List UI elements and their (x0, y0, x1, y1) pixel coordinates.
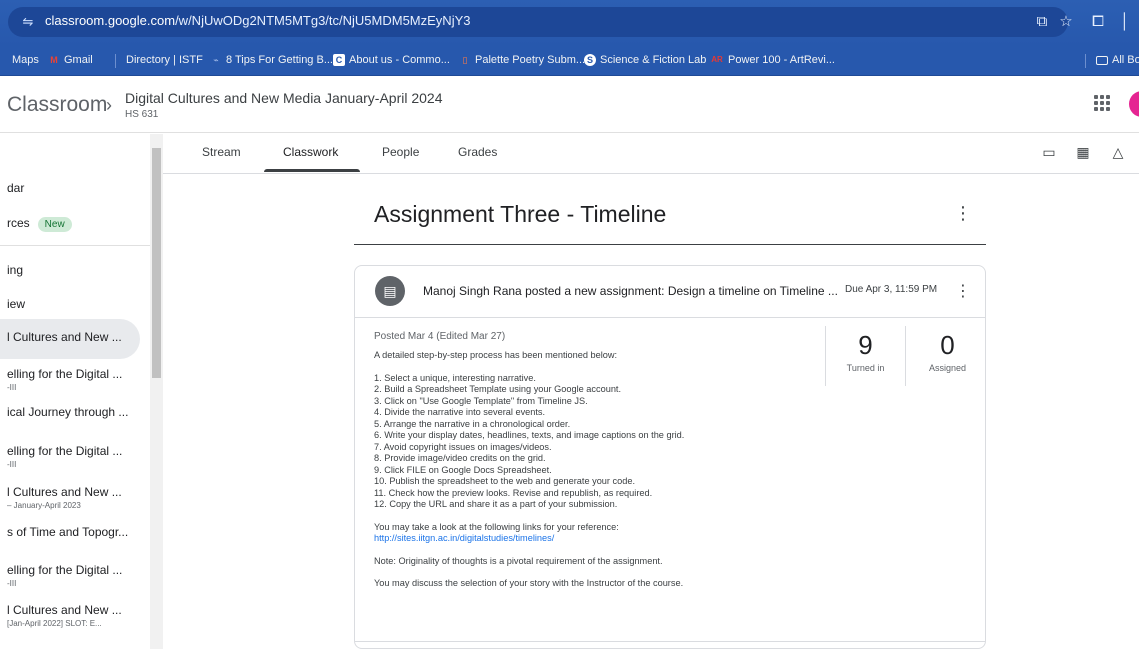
course-title[interactable]: Digital Cultures and New Media January-A… (125, 90, 443, 106)
drive-icon[interactable]: △ (1109, 143, 1127, 161)
assigned-stat[interactable]: 0 Assigned (910, 326, 985, 386)
meet-video-icon[interactable]: ▭ (1040, 143, 1058, 161)
tab-grades[interactable]: Grades (458, 145, 497, 159)
site-info-icon[interactable]: ⇋ (20, 14, 36, 30)
sidebar-item-course[interactable]: elling for the Digital ... -III (7, 563, 147, 588)
sidebar-scrollbar-thumb[interactable] (152, 148, 161, 378)
bookmark-istf[interactable]: Directory | ISTF (126, 54, 203, 66)
turned-in-label: Turned in (846, 363, 885, 373)
assigned-count: 0 (940, 330, 955, 360)
new-badge: New (37, 217, 72, 232)
stats-divider (905, 326, 906, 386)
note-text: Note: Originality of thoughts is a pivot… (374, 555, 663, 566)
url-text[interactable]: classroom.google.com/w/NjUwODg2NTM5MTg3/… (45, 13, 471, 28)
bookmark-tips[interactable]: ⌁ 8 Tips For Getting B... (210, 54, 333, 66)
card-footer-divider (355, 641, 985, 642)
step-item: 1. Select a unique, interesting narrativ… (374, 372, 536, 383)
step-item: 9. Click FILE on Google Docs Spreadsheet… (374, 464, 552, 475)
bookmarks-bar: Maps M Gmail Directory | ISTF ⌁ 8 Tips For… (0, 46, 1139, 76)
sidebar-item-enrolled[interactable]: ing (7, 263, 147, 277)
tab-classwork[interactable]: Classwork (283, 145, 338, 159)
assignment-title: Assignment Three - Timeline (374, 201, 667, 227)
sidebar-divider (0, 245, 150, 246)
google-apps-icon[interactable] (1094, 95, 1110, 111)
more-options-icon[interactable]: ⋮ (954, 203, 972, 224)
avatar[interactable] (1129, 91, 1139, 117)
due-date: Due Apr 3, 11:59 PM (845, 284, 938, 295)
commons-icon: C (333, 54, 345, 66)
turned-in-count: 9 (858, 330, 873, 360)
sidebar-item-resources[interactable]: rces New (7, 216, 147, 232)
browser-toolbar: ⇋ classroom.google.com/w/NjUwODg2NTM5MTg… (0, 0, 1139, 46)
turned-in-stat[interactable]: 9 Turned in (828, 326, 903, 386)
chevron-right-icon: › (106, 95, 112, 115)
step-item: 7. Avoid copyright issues on images/vide… (374, 441, 552, 452)
tab-stream[interactable]: Stream (202, 145, 241, 159)
calendar-icon[interactable]: ▦ (1074, 143, 1092, 161)
extensions-icon[interactable]: ⧠ (1088, 12, 1108, 32)
discuss-text: You may discuss the selection of your st… (374, 578, 684, 588)
intro-text: A detailed step-by-step process has been… (374, 350, 618, 360)
sidebar-item-course[interactable]: l Cultures and New ... – January-April 20… (7, 485, 147, 510)
assignment-headline[interactable]: Manoj Singh Rana posted a new assignment… (423, 284, 838, 298)
title-divider (354, 244, 986, 245)
bookmark-palette[interactable]: ▯ Palette Poetry Subm... (459, 54, 586, 66)
sidebar-item-calendar[interactable]: dar (7, 181, 147, 195)
step-item: 4. Divide the narrative into several eve… (374, 407, 546, 417)
bookmark-artreview[interactable]: AR Power 100 - ArtRevi... (710, 54, 835, 66)
step-item: 2. Build a Spreadsheet Template using yo… (374, 384, 622, 394)
classroom-header: Classroom › Digital Cultures and New Med… (0, 77, 1139, 133)
profile-icon[interactable]: │ (1115, 12, 1135, 32)
step-item: 6. Write your display dates, headlines, … (374, 430, 685, 440)
classroom-brand[interactable]: Classroom (7, 93, 107, 117)
sidebar: dar rces New ing iew l Cultures and New .… (0, 134, 163, 649)
tab-people[interactable]: People (382, 145, 419, 159)
course-tabs: Stream Classwork People Grades (163, 134, 1139, 174)
sidebar-item-course[interactable]: ical Journey through ... (7, 405, 147, 419)
step-item: 12. Copy the URL and share it as a part … (374, 499, 618, 509)
step-item: 11. Check how the preview looks. Revise … (374, 487, 653, 498)
sidebar-item-course[interactable]: l Cultures and New ... [Jan-April 2022] S… (7, 603, 147, 628)
course-section: HS 631 (125, 109, 159, 120)
reference-text: You may take a look at the following lin… (374, 521, 619, 532)
sidebar-item-course[interactable]: elling for the Digital ... -III (7, 444, 147, 469)
bookmark-commons[interactable]: C About us - Commo... (333, 54, 450, 66)
all-bookmarks-folder[interactable]: All Bo (1096, 54, 1139, 66)
assignment-card: ▤ Manoj Singh Rana posted a new assignme… (354, 265, 986, 649)
bookmark-star-icon[interactable]: ☆ (1056, 12, 1076, 32)
assignment-icon: ▤ (375, 276, 405, 306)
sidebar-item-course[interactable]: s of Time and Topogr... (7, 525, 147, 539)
assignment-card-header[interactable]: ▤ Manoj Singh Rana posted a new assignme… (355, 266, 985, 318)
reference-link[interactable]: http://sites.iitgn.ac.in/digitalstudies/… (374, 533, 554, 543)
artreview-icon: AR (711, 55, 723, 64)
bookmark-sci-fi-lab[interactable]: S Science & Fiction Lab (584, 54, 706, 66)
posted-date: Posted Mar 4 (Edited Mar 27) (374, 331, 506, 342)
sidebar-item-course[interactable]: elling for the Digital ... -III (7, 367, 147, 392)
card-more-options-icon[interactable]: ⋮ (955, 281, 971, 301)
folder-icon (1096, 55, 1108, 65)
assignment-description: A detailed step-by-step process has been… (374, 350, 814, 590)
stats-divider (825, 326, 826, 386)
sidebar-item-course[interactable]: l Cultures and New ... (7, 330, 147, 344)
lab-icon: S (584, 54, 596, 66)
step-item: 10. Publish the spreadsheet to the web a… (374, 476, 636, 486)
url-path: /w/NjUwODg2NTM5MTg3/tc/NjU5MDM5MzEyNjY3 (175, 13, 471, 28)
sidebar-item-review[interactable]: iew (7, 297, 147, 311)
step-item: 3. Click on "Use Google Template" from T… (374, 395, 588, 406)
gmail-icon: M (50, 55, 58, 65)
palette-icon: ▯ (462, 55, 468, 65)
assigned-label: Assigned (928, 363, 967, 373)
active-tab-indicator (264, 169, 360, 172)
step-item: 5. Arrange the narrative in a chronologi… (374, 418, 571, 429)
bookmark-separator (1085, 54, 1086, 68)
tips-icon: ⌁ (213, 55, 219, 65)
cast-icon[interactable]: ⧉ (1032, 12, 1052, 32)
step-item: 8. Provide image/video credits on the gr… (374, 453, 546, 463)
submission-stats: 9 Turned in 0 Assigned (825, 326, 975, 386)
url-host: classroom.google.com (45, 13, 176, 28)
bookmark-gmail[interactable]: M Gmail (48, 54, 92, 66)
bookmark-separator (115, 54, 116, 68)
bookmark-maps[interactable]: Maps (12, 54, 39, 66)
